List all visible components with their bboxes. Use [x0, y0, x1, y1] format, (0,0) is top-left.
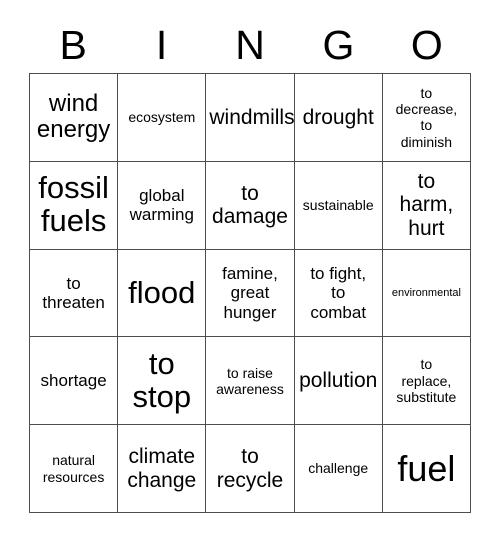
bingo-cell-label: climate change	[127, 445, 197, 492]
bingo-header-letter-o: O	[410, 21, 443, 68]
bingo-cell[interactable]: to fight, to combat	[294, 249, 383, 338]
bingo-cell-label: famine, great hunger	[222, 263, 278, 322]
bingo-cell[interactable]: global warming	[118, 161, 207, 250]
bingo-header: B I N G O	[29, 17, 471, 73]
bingo-cell-label: to threaten	[42, 273, 105, 312]
bingo-cell[interactable]: to harm, hurt	[382, 161, 471, 250]
bingo-cell[interactable]: windmills	[206, 74, 295, 162]
bingo-cell[interactable]: challenge	[294, 425, 383, 513]
bingo-cell[interactable]: to raise awareness	[206, 337, 295, 426]
bingo-cell[interactable]: flood	[118, 249, 207, 338]
bingo-grid: wind energy ecosystem windmills drought …	[29, 73, 471, 513]
bingo-header-letter-g: G	[322, 21, 355, 68]
bingo-cell[interactable]: sustainable	[294, 161, 383, 250]
bingo-cell[interactable]: natural resources	[30, 425, 119, 513]
bingo-cell[interactable]: drought	[294, 74, 383, 162]
bingo-cell-label: flood	[128, 274, 196, 310]
bingo-cell-label: fuel	[397, 447, 456, 489]
bingo-cell[interactable]: to damage	[206, 161, 295, 250]
bingo-cell-label: natural resources	[42, 452, 105, 485]
bingo-cell[interactable]: to threaten	[30, 249, 119, 338]
bingo-cell[interactable]: wind energy	[30, 74, 119, 162]
bingo-cell[interactable]: to replace, substitute	[382, 337, 471, 426]
bingo-header-letter-i: I	[155, 21, 168, 68]
bingo-cell[interactable]: to decrease, to diminish	[382, 74, 471, 162]
bingo-cell-label: windmills	[209, 105, 295, 129]
bingo-cell-label: fossil fuels	[38, 170, 109, 239]
bingo-cell[interactable]: environmental	[382, 249, 471, 338]
bingo-cell[interactable]: famine, great hunger	[206, 249, 295, 338]
bingo-cell-label: to fight, to combat	[310, 263, 367, 322]
bingo-cell-label: to harm, hurt	[399, 169, 454, 240]
bingo-cell-label: global warming	[129, 185, 194, 225]
bingo-cell-label: sustainable	[302, 197, 374, 214]
bingo-header-letter-b: B	[59, 21, 87, 68]
bingo-cell-label: environmental	[391, 286, 461, 299]
bingo-cell-label: to decrease, to diminish	[395, 84, 458, 150]
bingo-cell-label: shortage	[40, 371, 107, 391]
bingo-cell-label: ecosystem	[128, 109, 196, 126]
bingo-cell-label: pollution	[299, 369, 378, 393]
bingo-cell[interactable]: climate change	[118, 425, 207, 513]
bingo-cell-label: to stop	[132, 345, 192, 414]
bingo-cell[interactable]: shortage	[30, 337, 119, 426]
bingo-cell[interactable]: pollution	[294, 337, 383, 426]
bingo-cell-label: challenge	[308, 460, 369, 477]
bingo-cell-label: to recycle	[216, 445, 284, 492]
bingo-header-letter-n: N	[235, 21, 265, 68]
bingo-cell-label: wind energy	[36, 90, 111, 144]
bingo-card: B I N G O wind energy ecosystem windmill…	[0, 0, 500, 544]
bingo-cell[interactable]: to stop	[118, 337, 207, 426]
bingo-cell[interactable]: fuel	[382, 425, 471, 513]
bingo-cell[interactable]: fossil fuels	[30, 161, 119, 250]
bingo-cell-label: drought	[302, 105, 374, 129]
bingo-cell-label: to damage	[212, 181, 288, 229]
bingo-cell[interactable]: ecosystem	[118, 74, 207, 162]
bingo-cell[interactable]: to recycle	[206, 425, 295, 513]
bingo-cell-label: to raise awareness	[216, 364, 284, 397]
bingo-cell-label: to replace, substitute	[396, 356, 457, 405]
